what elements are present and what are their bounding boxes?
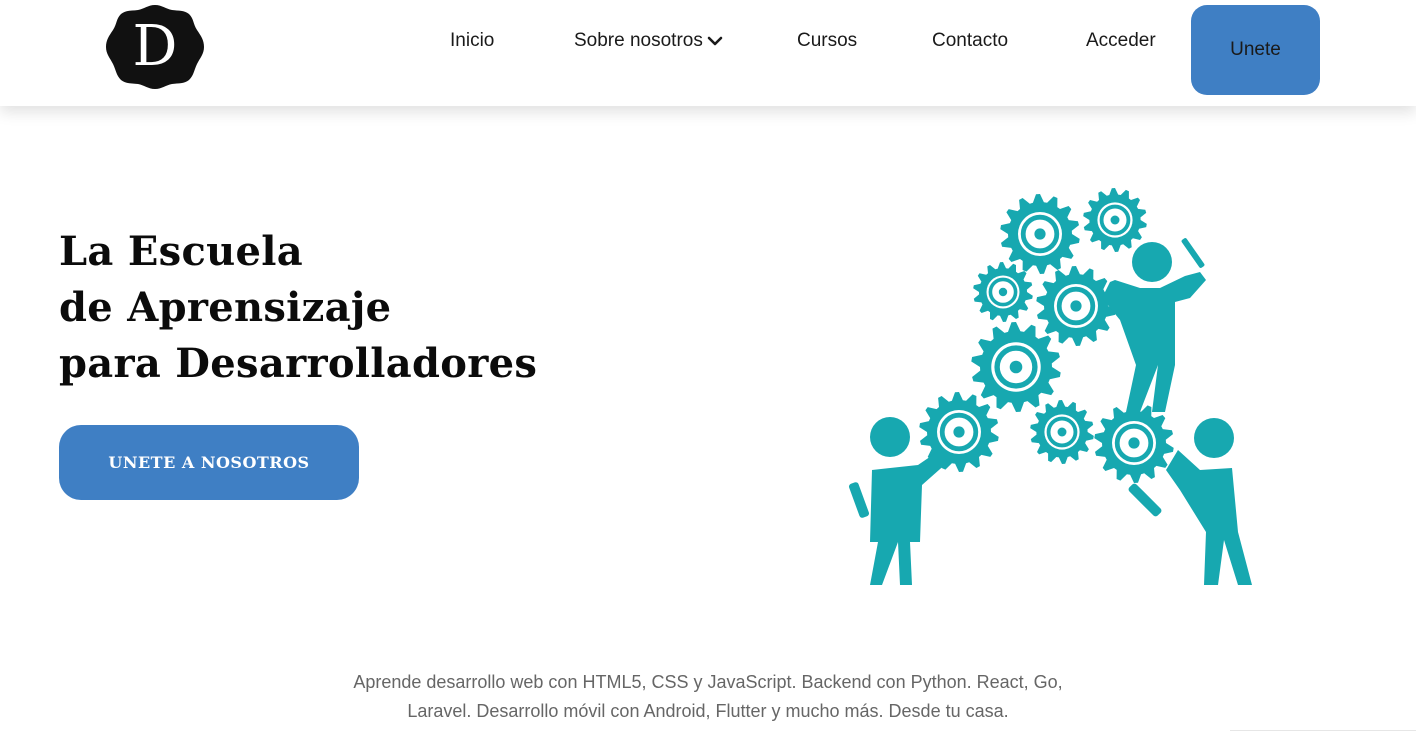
hero-title-line-1: La Escuela: [59, 228, 303, 275]
site-header: D Inicio Sobre nosotros Cursos Contacto …: [0, 0, 1416, 106]
nav-acceder[interactable]: Acceder: [1086, 28, 1156, 54]
gear-hub: [1128, 437, 1140, 449]
gear-hub: [1057, 427, 1067, 437]
person-body: [1102, 272, 1206, 412]
person-head: [1132, 242, 1172, 282]
hero-title-line-3: para Desarrolladores: [59, 340, 538, 387]
join-button[interactable]: Unete: [1191, 5, 1320, 95]
gear-hub: [1009, 360, 1023, 374]
hero-title-line-2: de Aprensizaje: [59, 284, 392, 331]
screwdriver-icon: [1181, 238, 1205, 268]
person-head: [870, 417, 910, 457]
divider: [1230, 730, 1416, 731]
gear-hub: [1110, 215, 1120, 225]
people-assembling-gears-icon: [848, 188, 1252, 585]
person-body: [1166, 450, 1252, 585]
logo[interactable]: D: [104, 3, 206, 91]
tagline-line-2: Laravel. Desarrollo móvil con Android, F…: [407, 701, 1009, 721]
nav-cursos[interactable]: Cursos: [797, 28, 857, 54]
tagline-line-1: Aprende desarrollo web con HTML5, CSS y …: [353, 672, 1063, 692]
nav-inicio[interactable]: Inicio: [450, 28, 494, 54]
join-us-button[interactable]: UNETE A NOSOTROS: [59, 425, 359, 500]
gear-hub: [953, 426, 965, 438]
wrench-icon: [1128, 483, 1162, 517]
nav-sobre-nosotros-label: Sobre nosotros: [574, 30, 703, 52]
nav-sobre-nosotros[interactable]: Sobre nosotros: [574, 28, 723, 54]
nav-contacto[interactable]: Contacto: [932, 28, 1008, 54]
gear-hub: [1070, 300, 1082, 312]
gear-hub: [998, 287, 1008, 297]
tagline: Aprende desarrollo web con HTML5, CSS y …: [0, 668, 1416, 726]
chevron-down-icon: [707, 28, 723, 54]
person-head: [1194, 418, 1234, 458]
logo-letter: D: [132, 14, 178, 79]
gear-hub: [1034, 228, 1046, 240]
wrench-icon: [848, 482, 870, 518]
person-body: [870, 450, 948, 585]
gears-illustration: [840, 180, 1260, 600]
hero-title: La Escuela de Aprensizaje para Desarroll…: [59, 224, 537, 392]
